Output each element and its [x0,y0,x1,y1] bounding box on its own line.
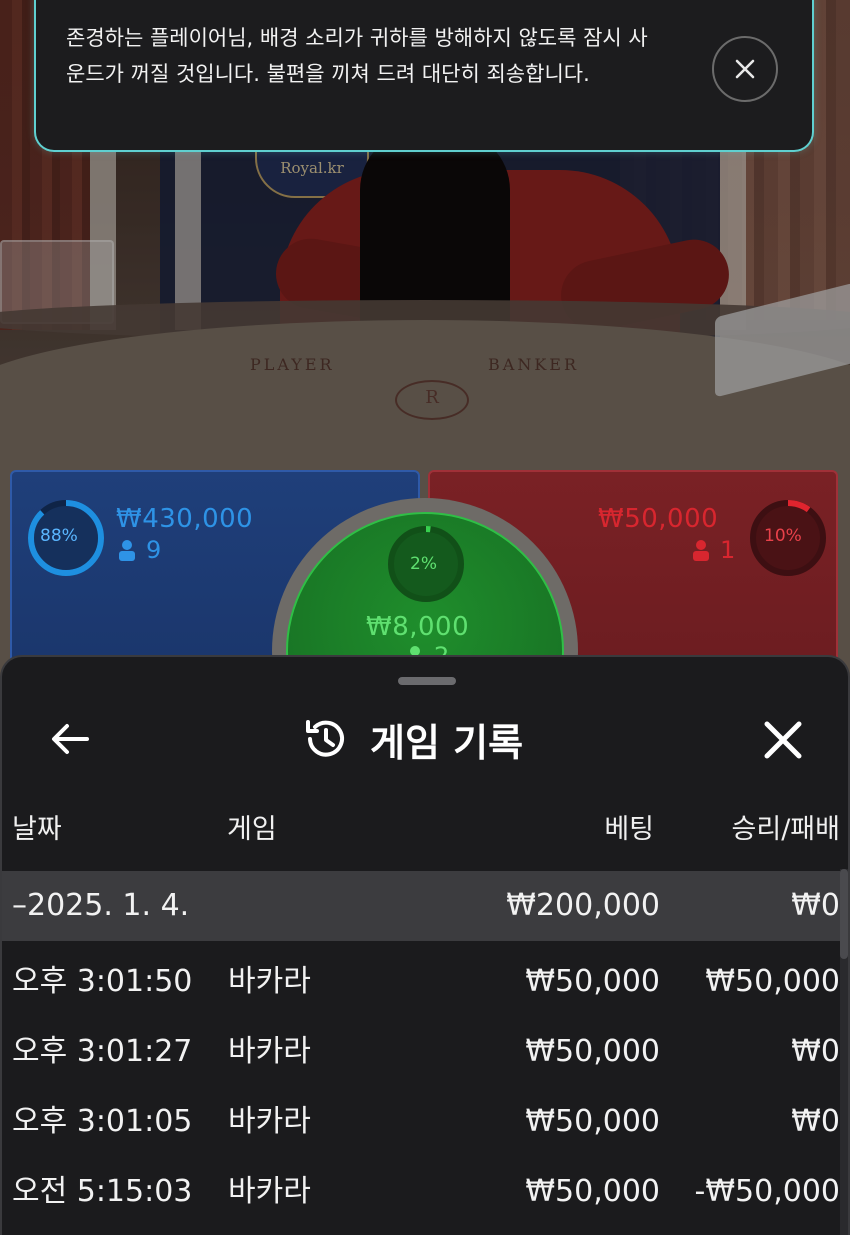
close-icon [764,721,802,759]
column-header-game: 게임 [227,814,277,845]
tie-amount: ₩8,000 [366,612,470,642]
back-button[interactable] [42,711,98,767]
row-result: ₩0 [791,1104,840,1139]
sheet-close-button[interactable] [754,711,812,769]
scrollbar-thumb[interactable] [840,869,848,959]
sheet-drag-handle[interactable] [398,677,456,685]
banker-amount: ₩50,000 [598,504,719,534]
banker-percent: 10% [764,526,802,546]
row-bet: ₩50,000 [525,1174,660,1209]
game-history-sheet: 게임 기록 날짜 게임 베팅 승리/패배 –2025. 1. 4. ₩200,0… [0,655,850,1235]
notification-message: 존경하는 플레이어님, 배경 소리가 귀하를 방해하지 않도록 잠시 사운드가 … [66,26,648,86]
table-row[interactable]: 오전 5:15:03 바카라 ₩50,000 -₩50,000 [2,1157,840,1227]
row-time: 오후 3:01:50 [12,964,193,999]
date-group-result: ₩0 [791,888,840,923]
tie-percent: 2% [410,554,437,574]
user-icon [693,540,709,561]
date-group-label: –2025. 1. 4. [12,888,190,923]
date-group-bet: ₩200,000 [506,888,660,923]
row-time: 오후 3:01:27 [12,1034,193,1069]
row-game: 바카라 [228,964,311,999]
sheet-title: 게임 기록 [370,720,524,765]
row-bet: ₩50,000 [525,1104,660,1139]
player-amount: ₩430,000 [116,504,254,534]
row-bet: ₩50,000 [525,964,660,999]
table-row[interactable]: 오후 3:01:27 바카라 ₩50,000 ₩0 [2,1017,840,1087]
row-result: ₩0 [791,1034,840,1069]
table-row[interactable]: 오후 3:01:05 바카라 ₩50,000 ₩0 [2,1087,840,1157]
row-result: ₩50,000 [705,964,840,999]
row-game: 바카라 [228,1104,311,1139]
history-clock-icon [306,720,344,757]
row-game: 바카라 [228,1034,311,1069]
sound-off-notification: 존경하는 플레이어님, 배경 소리가 귀하를 방해하지 않도록 잠시 사운드가 … [34,0,814,152]
column-header-date: 날짜 [12,814,62,845]
player-count: 9 [118,536,161,564]
player-percent: 88% [40,526,78,546]
row-time: 오전 5:15:03 [12,1174,193,1209]
row-game: 바카라 [228,1174,311,1209]
date-group-row[interactable]: –2025. 1. 4. ₩200,000 ₩0 [2,871,840,941]
user-icon [119,540,135,561]
sheet-title-group: 게임 기록 [302,711,523,767]
column-header-result: 승리/패배 [731,814,840,845]
row-result: -₩50,000 [694,1174,840,1209]
table-row[interactable]: 오후 3:01:50 바카라 ₩50,000 ₩50,000 [2,947,840,1017]
banker-count: 1 [692,536,735,564]
row-bet: ₩50,000 [525,1034,660,1069]
close-icon [735,59,755,79]
arrow-left-icon [52,724,89,754]
sheet-header: 게임 기록 [2,697,848,777]
notification-close-button[interactable] [712,36,778,102]
row-time: 오후 3:01:05 [12,1104,193,1139]
column-header-bet: 베팅 [604,814,654,845]
